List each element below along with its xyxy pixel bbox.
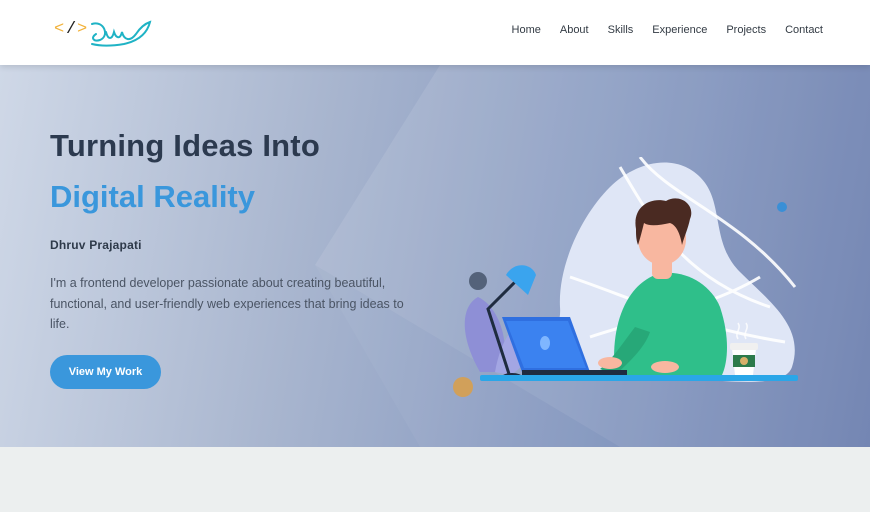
hero-section: Turning Ideas Into Digital Reality Dhruv… (0, 65, 870, 447)
nav-contact[interactable]: Contact (785, 24, 823, 36)
hero-headline-accent: Digital Reality (50, 179, 255, 214)
svg-text:<: < (54, 20, 64, 39)
navbar: < / > Home About Skills Experience Proje… (0, 0, 870, 65)
svg-text:>: > (77, 20, 87, 39)
hero-headline: Turning Ideas Into (50, 128, 320, 163)
developer-illustration (453, 157, 798, 397)
nav-skills[interactable]: Skills (608, 24, 634, 36)
nav-home[interactable]: Home (512, 24, 541, 36)
next-section (0, 447, 870, 512)
svg-text:/: / (66, 20, 76, 39)
author-name: Dhruv Prajapati (50, 238, 142, 252)
view-work-button[interactable]: View My Work (50, 355, 161, 389)
nav-experience[interactable]: Experience (652, 24, 707, 36)
hero-intro: I'm a frontend developer passionate abou… (50, 276, 404, 331)
nav-about[interactable]: About (560, 24, 589, 36)
nav-projects[interactable]: Projects (726, 24, 766, 36)
nav-links: Home About Skills Experience Projects Co… (493, 24, 823, 36)
site-logo[interactable]: < / > (52, 10, 156, 50)
